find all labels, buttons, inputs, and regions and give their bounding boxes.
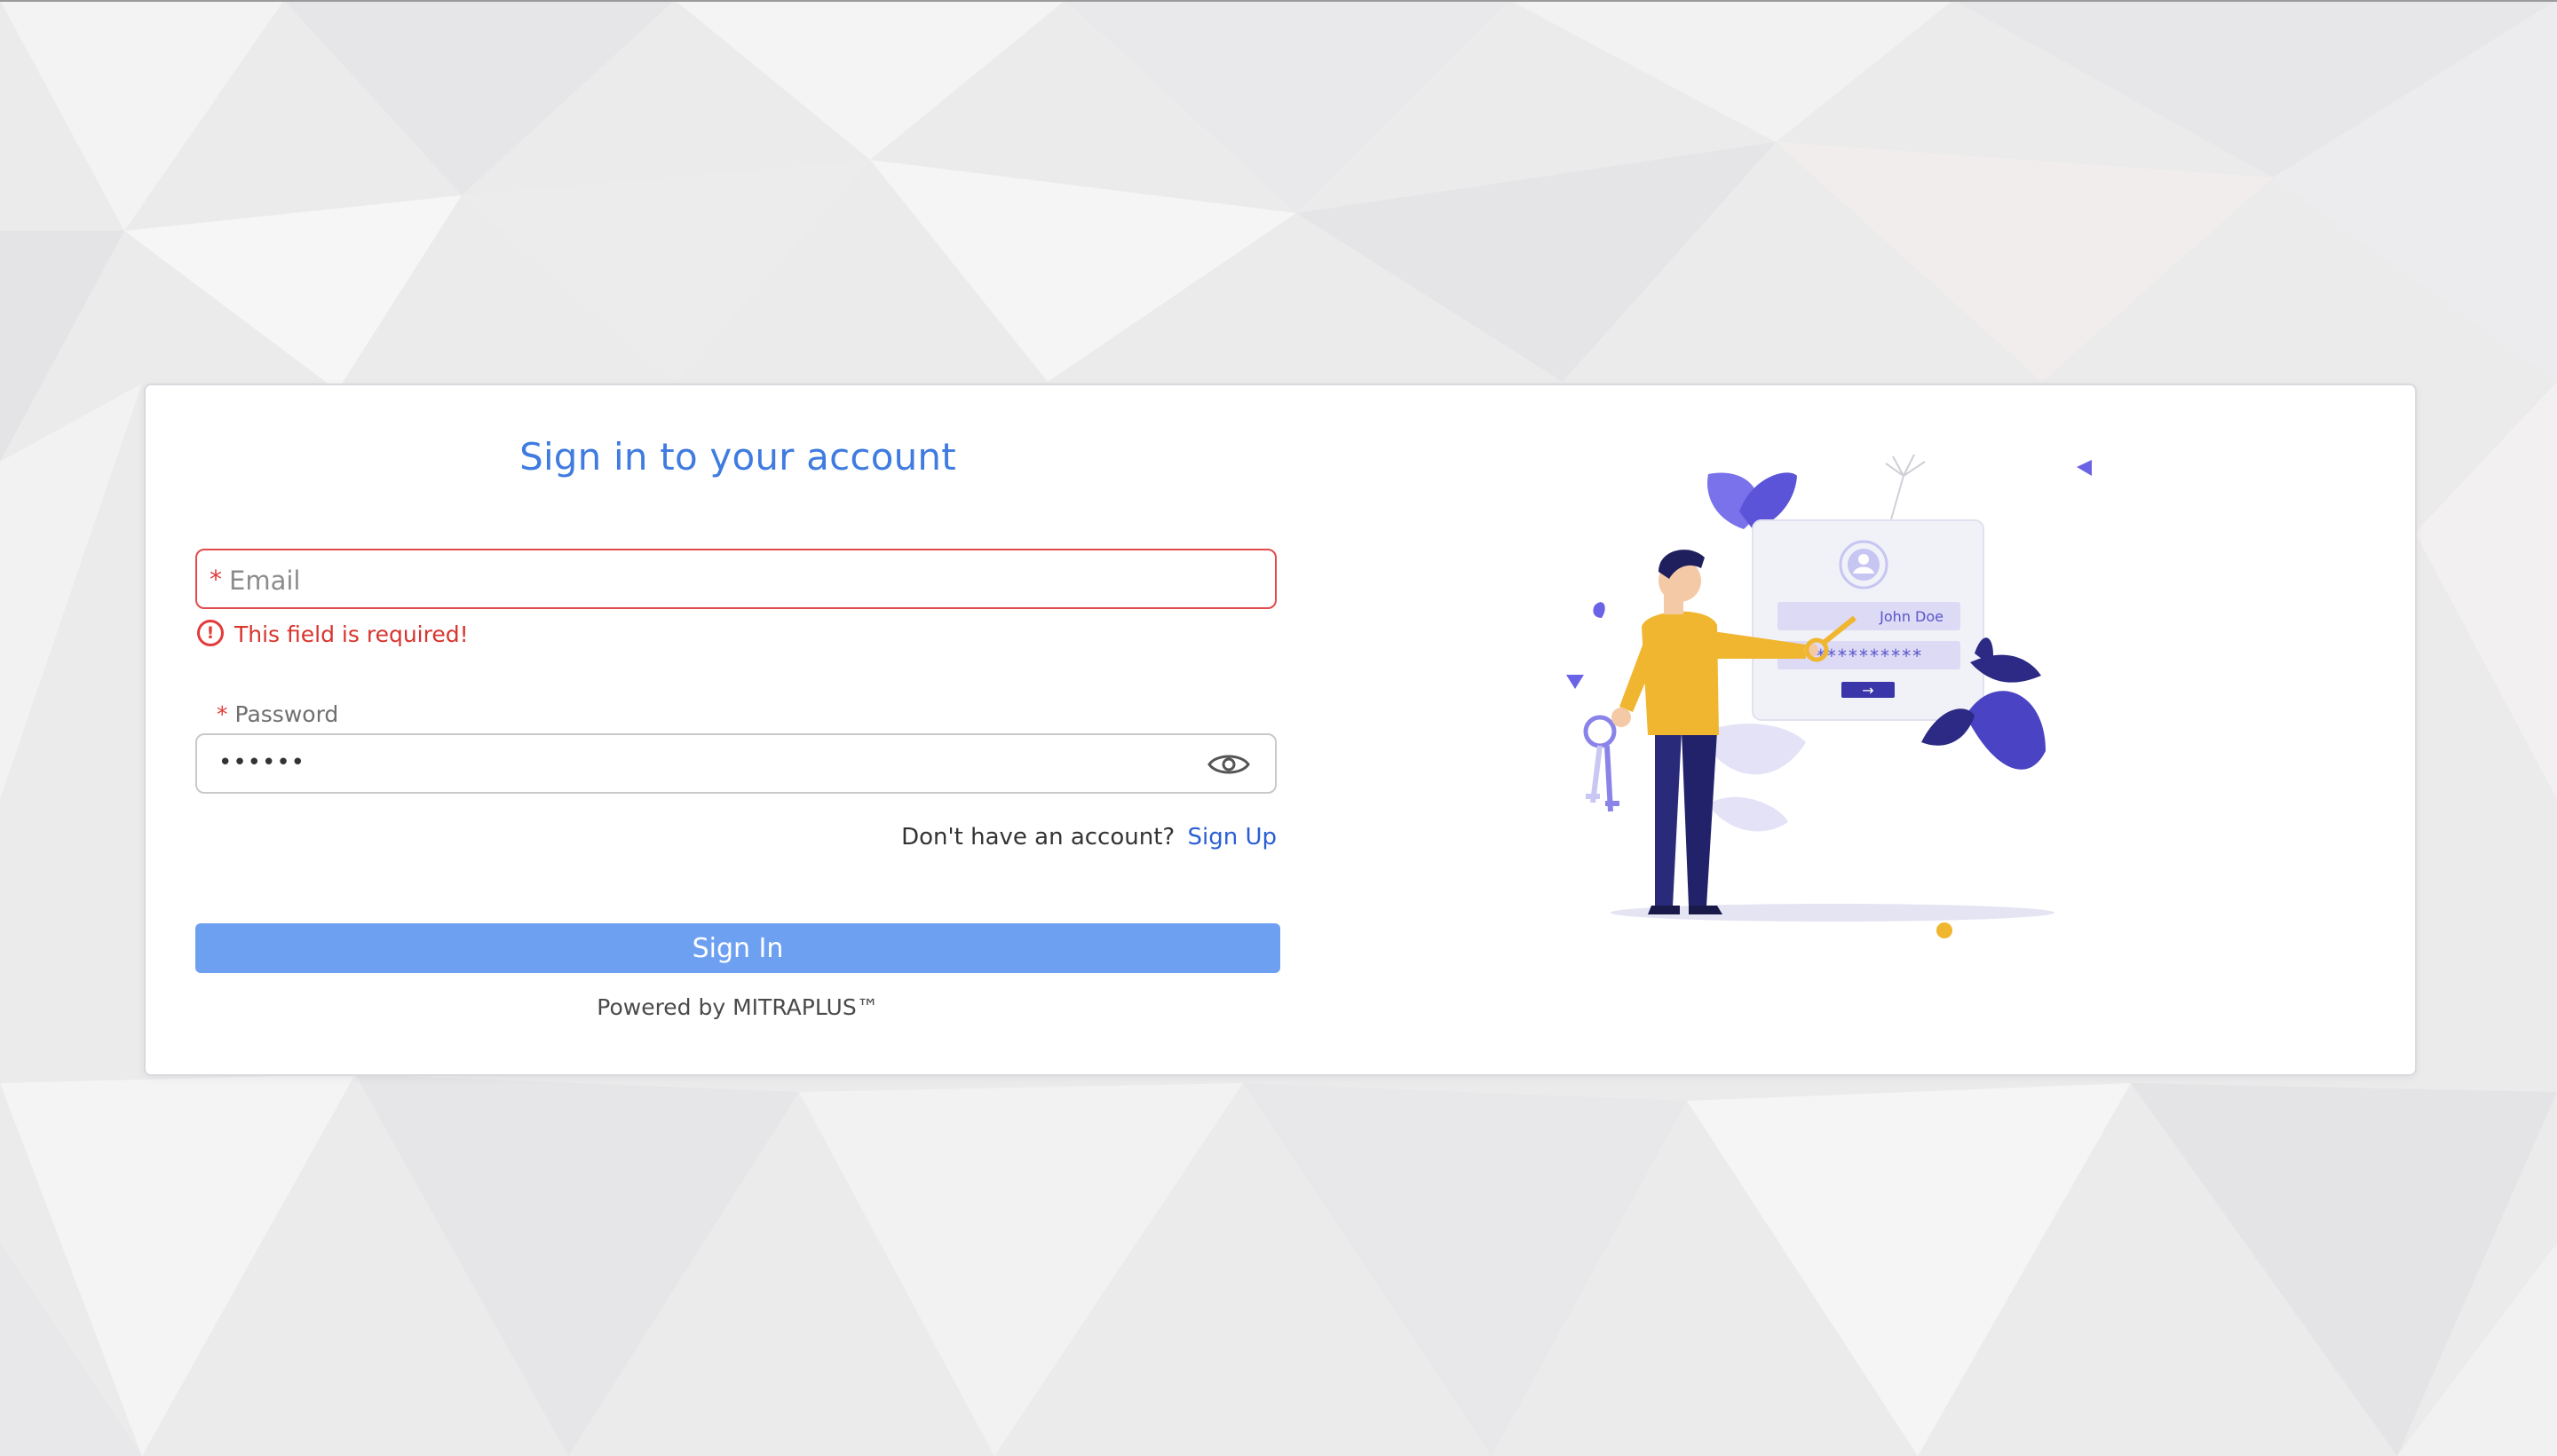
password-field[interactable]: •••••• <box>195 733 1277 794</box>
eye-icon[interactable] <box>1207 751 1250 778</box>
email-placeholder: Email <box>229 566 301 596</box>
signup-prompt: Don't have an account? <box>901 824 1176 851</box>
illustration-password: ********** <box>1816 645 1922 667</box>
powered-by-text: Powered by MITRAPLUS™ <box>597 994 879 1020</box>
illustration-username: John Doe <box>1879 608 1943 625</box>
page-title: Sign in to your account <box>519 435 956 479</box>
password-label: * Password <box>217 701 338 727</box>
signup-link[interactable]: Sign Up <box>1187 824 1277 851</box>
sign-in-button[interactable]: Sign In <box>195 923 1280 973</box>
illustration-arrow: → <box>1862 682 1873 699</box>
password-required-marker: * <box>217 701 228 727</box>
email-required-marker: * <box>210 565 222 594</box>
email-field[interactable]: * Email <box>195 549 1277 609</box>
exclamation-circle-icon: ! <box>197 620 224 646</box>
login-illustration: John Doe ********** → <box>1566 454 2092 938</box>
login-card: Sign in to your account * Email ! This f… <box>144 384 2417 1076</box>
email-error-message: This field is required! <box>234 621 469 647</box>
signup-row: Don't have an account? Sign Up <box>195 824 1277 851</box>
password-value: •••••• <box>218 749 306 776</box>
password-label-text: Password <box>234 701 339 727</box>
top-border <box>0 0 2557 2</box>
